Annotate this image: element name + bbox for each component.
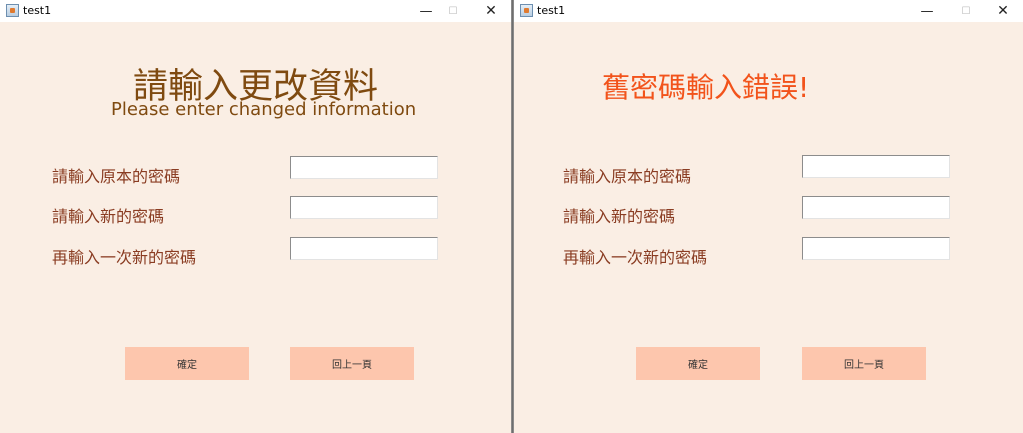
window-title: test1: [537, 4, 566, 17]
old-password-field[interactable]: [290, 156, 438, 179]
change-password-window: test1 — ☐ ✕ 請輸入更改資料 Please enter changed…: [0, 0, 511, 433]
close-icon[interactable]: ✕: [472, 1, 510, 21]
new-password-label: 請輸入新的密碼: [52, 207, 165, 226]
back-button[interactable]: 回上一頁: [290, 347, 414, 380]
confirm-button[interactable]: 確定: [636, 347, 760, 380]
confirm-password-label: 再輸入一次新的密碼: [563, 248, 708, 267]
minimize-icon[interactable]: —: [908, 1, 946, 21]
maximize-icon[interactable]: ☐: [947, 1, 985, 21]
confirm-password-field[interactable]: [290, 237, 438, 260]
new-password-field[interactable]: [802, 196, 950, 219]
change-password-error-window: test1 — ☐ ✕ 舊密碼輸入錯誤! 請輸入原本的密碼 請輸入新的密碼 再輸…: [514, 0, 1023, 433]
java-app-icon: [6, 4, 19, 17]
title-bar[interactable]: test1 — ☐ ✕: [514, 0, 1023, 22]
old-password-field[interactable]: [802, 155, 950, 178]
old-password-label: 請輸入原本的密碼: [563, 167, 692, 186]
maximize-icon[interactable]: ☐: [434, 1, 472, 21]
page-subheading: Please enter changed information: [111, 99, 417, 120]
old-password-label: 請輸入原本的密碼: [52, 167, 181, 186]
back-button[interactable]: 回上一頁: [802, 347, 926, 380]
confirm-password-field[interactable]: [802, 237, 950, 260]
new-password-label: 請輸入新的密碼: [563, 207, 676, 226]
close-icon[interactable]: ✕: [984, 1, 1022, 21]
new-password-field[interactable]: [290, 196, 438, 219]
java-app-icon: [520, 4, 533, 17]
title-bar[interactable]: test1 — ☐ ✕: [0, 0, 511, 22]
confirm-password-label: 再輸入一次新的密碼: [52, 248, 197, 267]
error-message: 舊密碼輸入錯誤!: [602, 71, 810, 104]
confirm-button[interactable]: 確定: [125, 347, 249, 380]
window-title: test1: [23, 4, 52, 17]
